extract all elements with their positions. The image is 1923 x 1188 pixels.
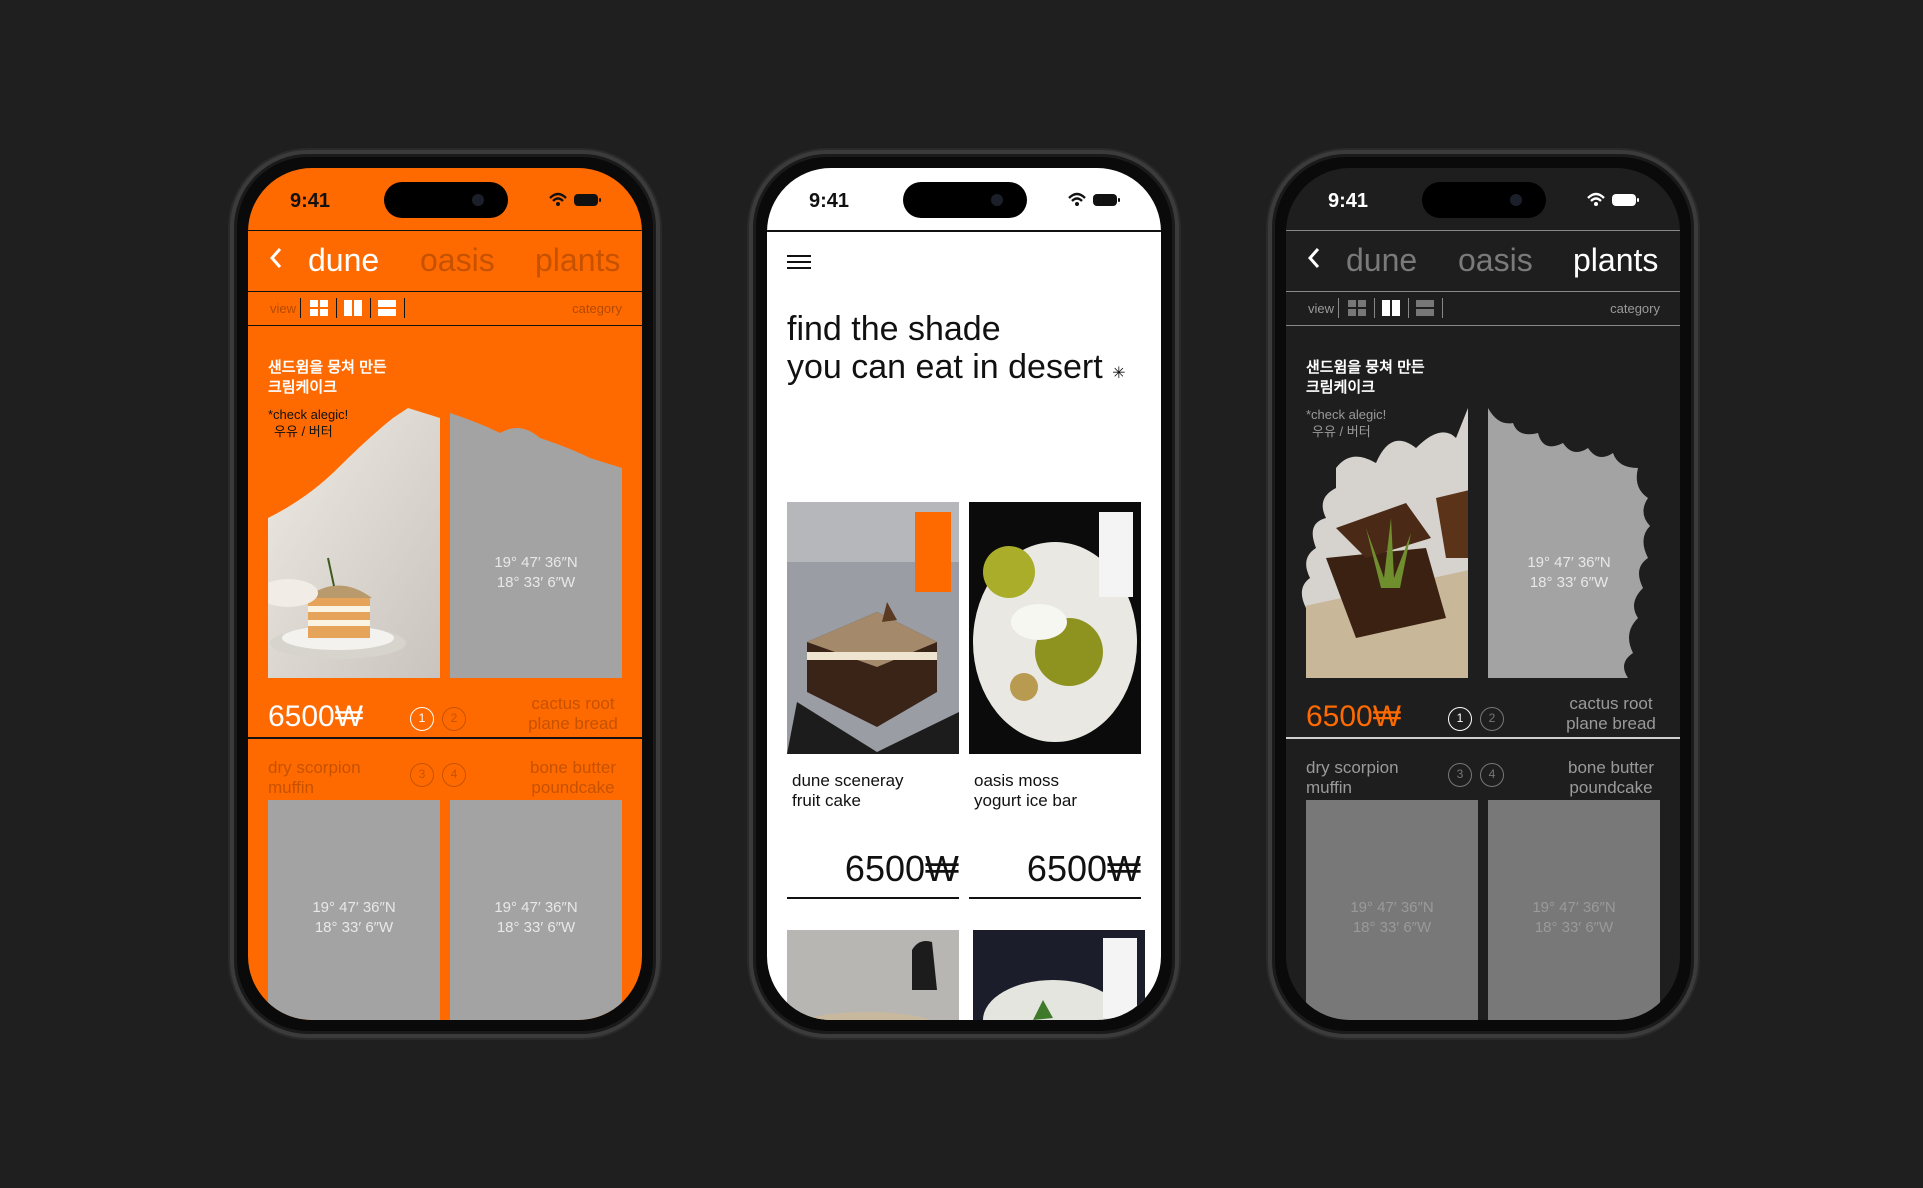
status-bar: 9:41 xyxy=(767,168,1161,230)
status-icons xyxy=(1587,192,1639,206)
phone-dark: 9:41 dune oasis plants view category 샌드윔… xyxy=(1268,150,1698,1038)
list-view-icon[interactable] xyxy=(1416,300,1434,316)
category-tabs: dune oasis plants xyxy=(248,230,642,292)
view-toolbar: view category xyxy=(248,292,642,326)
coordinates: 19° 47′ 36″N 18° 33′ 6″W xyxy=(312,899,396,936)
page-dot-1[interactable]: 1 xyxy=(1448,707,1472,731)
product-placeholder[interactable] xyxy=(1488,408,1670,678)
screen-orange: 9:41 dune oasis plants view category 샌드윔… xyxy=(248,168,642,1020)
page-dot-2[interactable]: 2 xyxy=(442,707,466,731)
page-dot-2[interactable]: 2 xyxy=(1480,707,1504,731)
item-name-dune[interactable]: dune sceneray fruit cake xyxy=(792,771,904,811)
phone-orange: 9:41 dune oasis plants view category 샌드윔… xyxy=(230,150,660,1038)
tab-dune[interactable]: dune xyxy=(1346,242,1417,279)
two-column-view-icon[interactable] xyxy=(1382,300,1400,316)
product-placeholder[interactable] xyxy=(450,413,622,678)
price-underline xyxy=(787,897,959,899)
cactus-bread-photo[interactable] xyxy=(787,930,959,1020)
hamburger-menu-icon[interactable] xyxy=(767,248,827,278)
tab-plants[interactable]: plants xyxy=(535,242,620,279)
tab-oasis[interactable]: oasis xyxy=(1458,242,1533,279)
cactus-brownie-image[interactable] xyxy=(1296,408,1478,678)
page-dot-4[interactable]: 4 xyxy=(1480,763,1504,787)
status-bar: 9:41 xyxy=(1286,168,1680,230)
status-time: 9:41 xyxy=(809,190,850,212)
chevron-left-icon[interactable] xyxy=(1306,245,1322,278)
dynamic-island xyxy=(384,182,508,218)
tab-oasis[interactable]: oasis xyxy=(420,242,495,279)
page-headline: find the shade you can eat in desert ✳ xyxy=(787,310,1126,386)
view-toolbar: view category xyxy=(1286,292,1680,326)
item-cactus-root[interactable]: cactus root plane bread xyxy=(1551,694,1671,734)
coordinates: 19° 47′ 36″N 18° 33′ 6″W xyxy=(1527,554,1611,591)
status-time: 9:41 xyxy=(290,190,331,212)
price-underline xyxy=(969,897,1141,899)
page-dot-3[interactable]: 3 xyxy=(410,763,434,787)
divider xyxy=(1286,737,1680,739)
item-bone-butter[interactable]: bone butter poundcake xyxy=(513,758,633,798)
category-filter[interactable]: category xyxy=(1610,301,1660,316)
status-time: 9:41 xyxy=(1328,190,1369,212)
category-filter[interactable]: category xyxy=(572,301,622,316)
price: 6500₩ xyxy=(268,700,364,733)
page-dot-4[interactable]: 4 xyxy=(442,763,466,787)
cake-image[interactable] xyxy=(268,408,440,678)
item-name-oasis[interactable]: oasis moss yogurt ice bar xyxy=(974,771,1077,811)
product-title: 샌드윔을 뭉쳐 만든 크림케이크 xyxy=(1306,359,1425,396)
screen-white: 9:41 find the shade you can eat in deser… xyxy=(767,168,1161,1020)
two-column-view-icon[interactable] xyxy=(344,300,362,316)
coordinates: 19° 47′ 36″N 18° 33′ 6″W xyxy=(1532,899,1616,936)
status-icons xyxy=(549,192,601,206)
coordinates: 19° 47′ 36″N 18° 33′ 6″W xyxy=(1350,899,1434,936)
tab-plants[interactable]: plants xyxy=(1573,242,1658,279)
grid-view-icon[interactable] xyxy=(310,300,328,316)
view-label: view xyxy=(270,301,297,316)
header-divider xyxy=(767,230,1161,232)
category-tabs: dune oasis plants xyxy=(1286,230,1680,292)
phone-white: 9:41 find the shade you can eat in deser… xyxy=(749,150,1179,1038)
coordinates: 19° 47′ 36″N 18° 33′ 6″W xyxy=(494,899,578,936)
page-dot-1[interactable]: 1 xyxy=(410,707,434,731)
moss-dessert-photo[interactable] xyxy=(973,930,1145,1020)
item-cactus-root[interactable]: cactus root plane bread xyxy=(513,694,633,734)
status-icons xyxy=(1068,192,1120,206)
sparkle-icon: ✳ xyxy=(1112,365,1126,382)
dynamic-island xyxy=(1422,182,1546,218)
oasis-moss-photo[interactable] xyxy=(969,502,1141,754)
page-dot-3[interactable]: 3 xyxy=(1448,763,1472,787)
product-title: 샌드윔을 뭉쳐 만든 크림케이크 xyxy=(268,359,387,396)
view-label: view xyxy=(1308,301,1335,316)
dynamic-island xyxy=(903,182,1027,218)
divider xyxy=(248,737,642,739)
item-price-dune: 6500₩ xyxy=(844,848,959,889)
grid-view-icon[interactable] xyxy=(1348,300,1366,316)
screen-dark: 9:41 dune oasis plants view category 샌드윔… xyxy=(1286,168,1680,1020)
item-price-oasis: 6500₩ xyxy=(1026,848,1141,889)
tab-dune[interactable]: dune xyxy=(308,242,379,279)
dune-cake-photo[interactable] xyxy=(787,502,959,754)
item-dry-scorpion[interactable]: dry scorpion muffin xyxy=(1306,758,1399,798)
status-bar: 9:41 xyxy=(248,168,642,230)
price: 6500₩ xyxy=(1306,700,1402,733)
coordinates: 19° 47′ 36″N 18° 33′ 6″W xyxy=(494,554,578,591)
chevron-left-icon[interactable] xyxy=(268,245,284,278)
item-bone-butter[interactable]: bone butter poundcake xyxy=(1551,758,1671,798)
list-view-icon[interactable] xyxy=(378,300,396,316)
item-dry-scorpion[interactable]: dry scorpion muffin xyxy=(268,758,361,798)
